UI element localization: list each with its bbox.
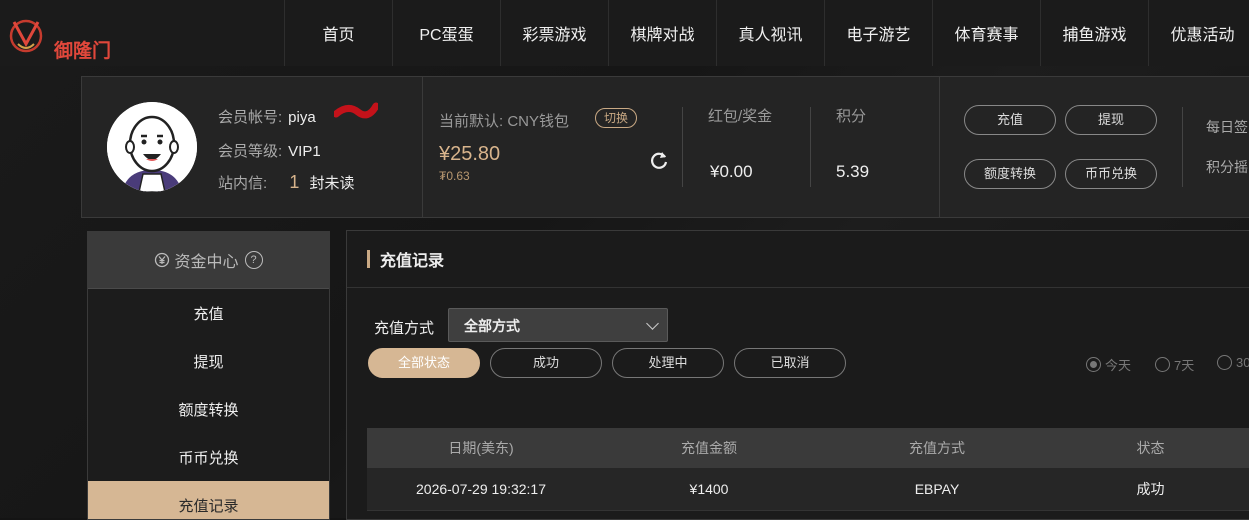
status-filter-cancelled[interactable]: 已取消 bbox=[734, 348, 846, 378]
date-filter-7days[interactable]: 7天 bbox=[1155, 355, 1194, 374]
sidebar-item-exchange[interactable]: 币币兑换 bbox=[88, 433, 329, 481]
redaction-scribble-icon bbox=[334, 102, 378, 119]
site-logo[interactable]: 御隆门 bbox=[6, 14, 116, 62]
nav-electronic-games[interactable]: 电子游艺 bbox=[824, 0, 932, 66]
records-table: 日期(美东) 充值金额 充值方式 状态 2026-07-29 19:32:17 … bbox=[367, 428, 1249, 511]
profile-panel: 会员帐号: piya 会员等级: VIP1 站内信: 1 封未读 当前默认: CNY… bbox=[81, 76, 1249, 218]
transfer-button[interactable]: 额度转换 bbox=[964, 159, 1056, 189]
logo-emblem-icon bbox=[9, 19, 43, 53]
daily-checkin-link[interactable]: 每日签 bbox=[1206, 117, 1248, 137]
sidebar-header: 资金中心 ? bbox=[88, 232, 329, 289]
nav-home[interactable]: 首页 bbox=[284, 0, 392, 66]
points-label: 积分 bbox=[836, 108, 867, 125]
table-row: 2026-07-29 19:32:17 ¥1400 EBPAY 成功 bbox=[367, 468, 1249, 511]
radio-icon bbox=[1155, 357, 1170, 372]
sidebar-item-deposit-records[interactable]: 充值记录 bbox=[88, 481, 329, 519]
level-value: VIP1 bbox=[288, 143, 321, 160]
deposit-button[interactable]: 充值 bbox=[964, 105, 1056, 135]
chevron-down-icon bbox=[646, 317, 659, 330]
avatar[interactable] bbox=[107, 102, 197, 192]
page-title: 充值记录 bbox=[380, 253, 445, 270]
stat-divider bbox=[1182, 107, 1183, 187]
title-accent-bar bbox=[367, 250, 370, 268]
top-nav-bar: 御隆门 首页 PC蛋蛋 彩票游戏 棋牌对战 真人视讯 电子游艺 体育赛事 捕鱼游… bbox=[0, 0, 1249, 67]
radio-selected-icon bbox=[1086, 357, 1101, 372]
method-select[interactable]: 全部方式 bbox=[448, 308, 668, 342]
stat-divider bbox=[810, 107, 811, 187]
switch-wallet-button[interactable]: 切换 bbox=[595, 108, 637, 128]
sidebar-title: 资金中心 bbox=[174, 254, 239, 271]
exchange-button[interactable]: 币币兑换 bbox=[1065, 159, 1157, 189]
column-header-status: 状态 bbox=[1136, 440, 1165, 456]
main-nav: 首页 PC蛋蛋 彩票游戏 棋牌对战 真人视讯 电子游艺 体育赛事 捕鱼游戏 优惠… bbox=[284, 0, 1249, 66]
messages-label: 站内信: bbox=[218, 175, 268, 192]
radio-icon bbox=[1217, 355, 1232, 370]
messages-count: 1 bbox=[289, 172, 300, 192]
column-header-amount: 充值金额 bbox=[681, 440, 737, 456]
sidebar-item-deposit[interactable]: 充值 bbox=[88, 289, 329, 337]
level-row: 会员等级: VIP1 bbox=[218, 140, 321, 161]
points-lottery-link[interactable]: 积分摇 bbox=[1206, 157, 1248, 177]
wallet-balance-usdt: ₮0.63 bbox=[439, 169, 470, 183]
level-label: 会员等级: bbox=[218, 143, 283, 160]
funds-sidebar: 资金中心 ? 充值 提现 额度转换 币币兑换 充值记录 bbox=[87, 231, 330, 520]
withdraw-button[interactable]: 提现 bbox=[1065, 105, 1157, 135]
date-filter-30days-label: 30 bbox=[1236, 355, 1249, 370]
profile-divider bbox=[939, 77, 940, 217]
column-header-date: 日期(美东) bbox=[448, 440, 514, 456]
status-filter-processing[interactable]: 处理中 bbox=[612, 348, 724, 378]
messages-row[interactable]: 站内信: 1 封未读 bbox=[218, 172, 355, 193]
wallet-balance: ¥25.80 bbox=[439, 143, 501, 165]
main-panel: 充值记录 充值方式 全部方式 全部状态 成功 处理中 已取消 今天 7天 30 … bbox=[346, 230, 1249, 520]
account-value: piya bbox=[288, 109, 316, 126]
nav-promotions[interactable]: 优惠活动 bbox=[1148, 0, 1249, 66]
date-filter-today-label: 今天 bbox=[1105, 358, 1132, 373]
nav-live-video[interactable]: 真人视讯 bbox=[716, 0, 824, 66]
date-filter-30days[interactable]: 30 bbox=[1217, 355, 1249, 370]
table-header: 日期(美东) 充值金额 充值方式 状态 bbox=[367, 428, 1249, 468]
bonus-value: ¥0.00 bbox=[710, 162, 753, 181]
sidebar-item-withdraw[interactable]: 提现 bbox=[88, 337, 329, 385]
help-icon[interactable]: ? bbox=[244, 251, 263, 269]
status-filter-all[interactable]: 全部状态 bbox=[368, 348, 480, 378]
bonus-label: 红包/奖金 bbox=[708, 108, 773, 125]
date-filter-7days-label: 7天 bbox=[1174, 358, 1195, 373]
nav-lottery[interactable]: 彩票游戏 bbox=[500, 0, 608, 66]
status-filter-success[interactable]: 成功 bbox=[490, 348, 602, 378]
method-select-value: 全部方式 bbox=[464, 318, 520, 334]
cell-method: EBPAY bbox=[914, 481, 960, 497]
main-header: 充值记录 bbox=[347, 231, 1249, 288]
logo-text: 御隆门 bbox=[54, 40, 112, 62]
refresh-icon[interactable] bbox=[648, 149, 670, 171]
messages-suffix: 封未读 bbox=[309, 175, 355, 192]
nav-sports[interactable]: 体育赛事 bbox=[932, 0, 1040, 66]
account-label: 会员帐号: bbox=[218, 109, 283, 126]
date-filter-today[interactable]: 今天 bbox=[1086, 355, 1131, 374]
sidebar-item-transfer[interactable]: 额度转换 bbox=[88, 385, 329, 433]
nav-pc-egg[interactable]: PC蛋蛋 bbox=[392, 0, 500, 66]
profile-divider bbox=[422, 77, 423, 217]
account-row: 会员帐号: piya bbox=[218, 102, 378, 127]
stat-divider bbox=[682, 107, 683, 187]
wallet-label: 当前默认: CNY钱包 bbox=[439, 113, 570, 130]
nav-chess-cards[interactable]: 棋牌对战 bbox=[608, 0, 716, 66]
yen-coin-icon bbox=[155, 252, 170, 268]
cell-amount: ¥1400 bbox=[689, 481, 729, 497]
points-value: 5.39 bbox=[836, 162, 870, 181]
cell-status: 成功 bbox=[1136, 481, 1165, 497]
column-header-method: 充值方式 bbox=[909, 440, 965, 456]
avatar-face-icon bbox=[107, 102, 197, 192]
cell-date: 2026-07-29 19:32:17 bbox=[416, 481, 546, 497]
nav-fishing[interactable]: 捕鱼游戏 bbox=[1040, 0, 1148, 66]
method-filter-label: 充值方式 bbox=[374, 320, 435, 337]
